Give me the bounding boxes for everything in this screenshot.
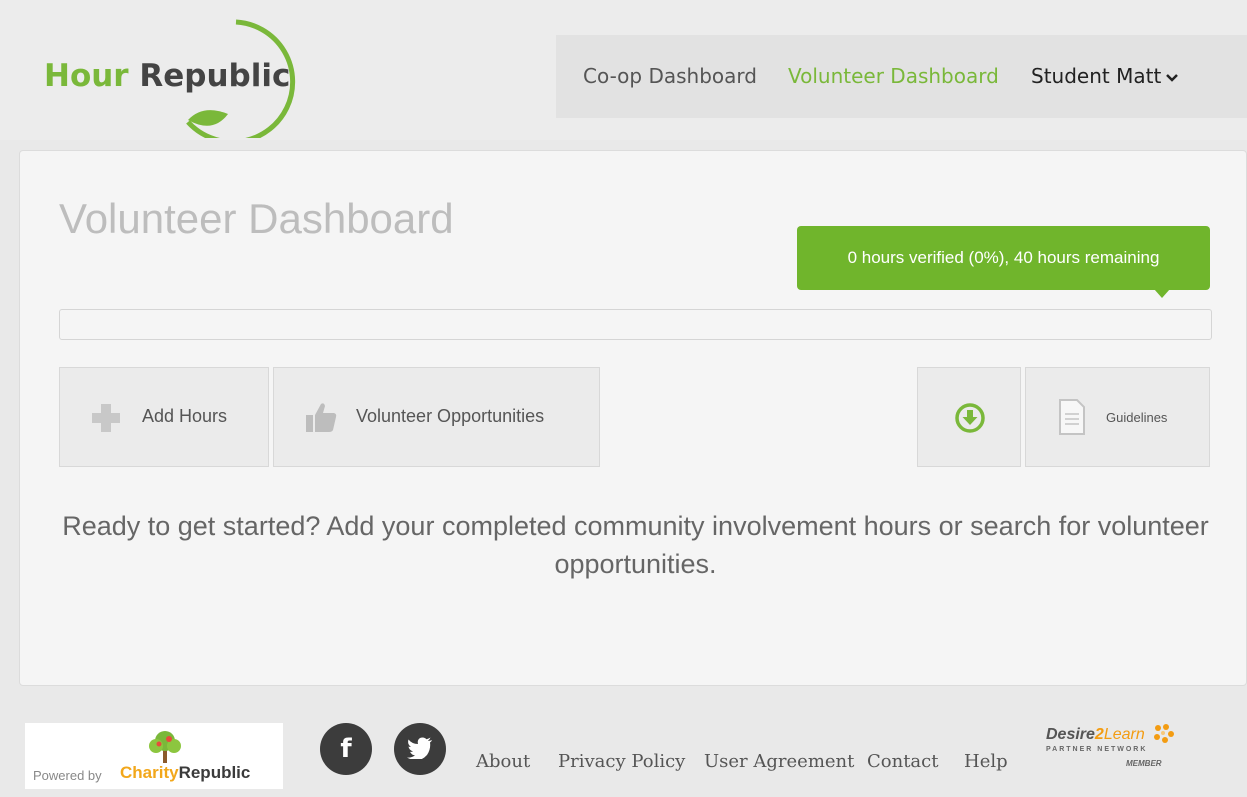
charity-republic-text: CharityRepublic: [120, 763, 250, 783]
powered-by-text: Powered by: [33, 768, 102, 783]
page-title: Volunteer Dashboard: [59, 195, 454, 242]
logo-republic: Republic: [139, 58, 291, 94]
nav-coop-dashboard[interactable]: Co-op Dashboard: [583, 64, 757, 88]
download-icon: [955, 403, 985, 433]
tooltip-arrow: [1154, 289, 1170, 298]
logo-text: Hour Republic: [44, 58, 290, 94]
nav-volunteer-dashboard[interactable]: Volunteer Dashboard: [788, 64, 999, 88]
download-button[interactable]: [917, 367, 1021, 467]
volunteer-opportunities-label: Volunteer Opportunities: [356, 406, 545, 426]
guidelines-button[interactable]: Guidelines: [1025, 367, 1210, 467]
add-hours-label: Add Hours: [142, 406, 228, 426]
top-bar: Hour Republic Co-op Dashboard Volunteer …: [0, 0, 1247, 140]
charity-word: Charity: [120, 763, 179, 782]
main-nav: Co-op Dashboard Volunteer Dashboard Stud…: [556, 35, 1247, 118]
logo-hour: Hour: [44, 58, 129, 94]
twitter-icon[interactable]: [394, 723, 446, 775]
d2l-flower-icon: [1154, 724, 1174, 743]
d2l-wordmark: Desire2Learn: [1046, 726, 1145, 744]
volunteer-opportunities-button[interactable]: Volunteer Opportunities: [273, 367, 600, 467]
desire2learn-partner-badge[interactable]: Desire2Learn PARTNER NETWORK MEMBER: [1046, 724, 1181, 786]
footer-link-help[interactable]: Help: [964, 751, 1008, 772]
footer-link-contact[interactable]: Contact: [867, 751, 938, 772]
d2l-two: 2: [1094, 726, 1104, 743]
hours-tooltip: 0 hours verified (0%), 40 hours remainin…: [797, 226, 1210, 290]
footer: Powered by CharityRepublic f About Priva…: [0, 686, 1247, 797]
republic-word: Republic: [178, 763, 251, 782]
hour-republic-logo[interactable]: Hour Republic: [38, 12, 308, 138]
user-menu[interactable]: Student Matt: [1031, 64, 1179, 88]
footer-link-about[interactable]: About: [476, 751, 530, 772]
thumbs-up-icon: [306, 403, 337, 432]
d2l-member: MEMBER: [1126, 759, 1162, 768]
d2l-partner-network: PARTNER NETWORK: [1046, 746, 1148, 753]
tree-icon: [149, 731, 181, 763]
powered-by-charity-republic[interactable]: Powered by CharityRepublic: [25, 723, 283, 789]
document-icon: [1059, 399, 1085, 435]
add-hours-button[interactable]: Add Hours: [59, 367, 269, 467]
guidelines-label: Guidelines: [1106, 410, 1168, 425]
footer-link-privacy-policy[interactable]: Privacy Policy: [558, 751, 685, 772]
chevron-down-icon: [1165, 71, 1179, 87]
getting-started-message: Ready to get started? Add your completed…: [62, 511, 1209, 579]
d2l-learn: Learn: [1103, 726, 1145, 743]
d2l-desire: Desire: [1046, 726, 1095, 743]
footer-link-user-agreement[interactable]: User Agreement: [704, 751, 854, 772]
user-name: Student Matt: [1031, 64, 1162, 88]
plus-icon: [92, 404, 120, 432]
facebook-icon[interactable]: f: [320, 723, 372, 775]
hours-progress-bar: [59, 309, 1212, 340]
dashboard-panel: Volunteer Dashboard 0 hours verified (0%…: [19, 150, 1247, 686]
